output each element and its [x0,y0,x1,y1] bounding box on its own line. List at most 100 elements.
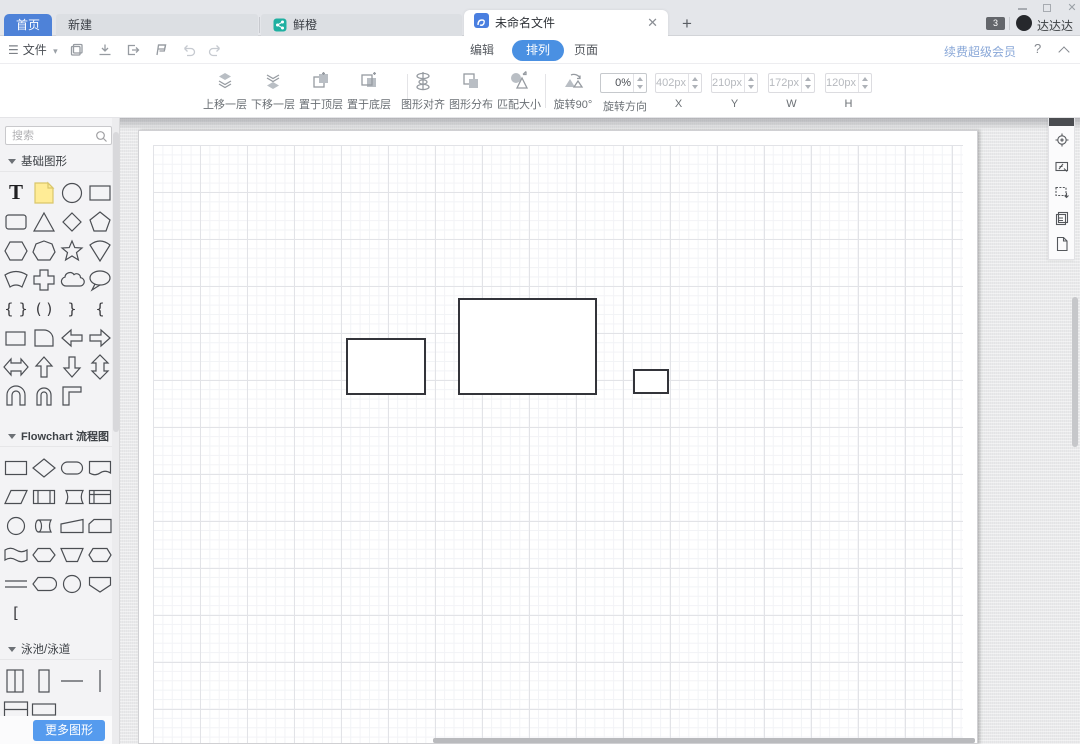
shape-vertical-lane[interactable] [31,667,58,695]
move-down-layer-button[interactable]: 下移一层 [249,70,297,112]
shape-d-shape[interactable] [31,324,58,352]
tab-arrange-active[interactable]: 排列 [512,40,564,61]
shape-fc-process[interactable] [3,454,30,482]
shape-rounded-rectangle[interactable] [3,208,30,236]
send-to-back-button[interactable]: 置于底层 [345,70,393,112]
duplicate-icon[interactable] [1054,210,1070,226]
shape-fc-double-line[interactable] [3,570,30,598]
y-position-input[interactable]: 210px [711,73,758,93]
tab-edit[interactable]: 编辑 [470,42,494,59]
style-fx-icon[interactable] [1054,158,1070,174]
new-tab-button[interactable]: + [676,13,698,35]
shape-square[interactable] [87,179,114,207]
shape-fc-direct-access-storage[interactable] [31,512,58,540]
shape-fc-parallelogram[interactable] [3,483,30,511]
shape-right-brace[interactable]: } [59,295,86,323]
shape-fc-preparation[interactable] [31,541,58,569]
window-icon[interactable] [68,41,86,59]
export-icon[interactable] [124,41,142,59]
shape-down-arrow[interactable] [59,353,86,381]
horizontal-scrollbar-thumb[interactable] [433,738,975,743]
shape-fc-display[interactable] [31,570,58,598]
shape-text[interactable]: T [3,179,30,207]
collapse-toolbar-icon[interactable] [1058,46,1070,58]
username-label[interactable]: 达达达 [1037,17,1073,34]
redo-icon[interactable] [206,41,224,59]
tab-xiancheng[interactable]: 鲜橙 [261,14,462,36]
tab-page[interactable]: 页面 [574,42,598,59]
spinner-icon[interactable] [744,74,757,92]
canvas-area[interactable] [120,118,1080,744]
shape-v-double-arrow[interactable] [87,353,114,381]
maximize-button[interactable] [1043,4,1051,12]
section-swimlane[interactable]: 泳池/泳道 [0,640,112,660]
undo-icon[interactable] [180,41,198,59]
shape-fc-alt-hexagon[interactable] [87,541,114,569]
shape-corner[interactable] [59,382,86,410]
shape-vertical-line[interactable] [87,667,114,695]
shape-circle[interactable] [59,179,86,207]
shape-paren-pair[interactable]: ( ) [31,295,58,323]
distribute-shapes-button[interactable]: 图形分布 [447,70,495,112]
canvas-size-icon[interactable] [1054,184,1070,200]
rotate-90-button[interactable]: 旋转90° [549,70,597,112]
move-up-layer-button[interactable]: 上移一层 [201,70,249,112]
shape-sticky-note[interactable] [31,179,58,207]
x-position-input[interactable]: 402px [655,73,702,93]
format-brush-icon[interactable] [152,41,170,59]
search-box[interactable] [5,126,112,145]
download-icon[interactable] [96,41,114,59]
shape-fc-left-bracket[interactable]: [ [3,599,30,627]
shape-h-double-arrow[interactable] [3,353,30,381]
match-size-button[interactable]: 匹配大小 [495,70,543,112]
shape-left-brace[interactable]: { [87,295,114,323]
position-icon[interactable] [1054,132,1070,148]
minimize-button[interactable] [1018,8,1027,10]
bring-to-front-button[interactable]: 置于顶层 [297,70,345,112]
shape-cone[interactable] [87,237,114,265]
height-input[interactable]: 120px [825,73,872,93]
shape-fc-manual-input[interactable] [59,512,86,540]
close-tab-icon[interactable]: ✕ [647,10,658,36]
shape-brace-pair[interactable]: { } [3,295,30,323]
vertical-scrollbar-thumb[interactable] [1072,297,1078,447]
shape-diamond[interactable] [59,208,86,236]
shape-u-shape[interactable] [31,382,58,410]
shape-triangle[interactable] [31,208,58,236]
canvas-rectangle[interactable] [633,369,669,394]
home-tab[interactable]: 首页 [4,14,52,36]
shape-cross[interactable] [31,266,58,294]
shape-u-turn-arrow[interactable] [3,382,30,410]
shape-heptagon[interactable] [31,237,58,265]
rotate-direction-input[interactable]: 0% [600,73,647,93]
tab-new-file[interactable]: 新建 [56,14,258,36]
sidebar-scrollbar[interactable] [112,118,119,744]
shape-fc-predefined-process[interactable] [31,483,58,511]
page-icon[interactable] [1054,236,1070,252]
shape-fc-manual-operation[interactable] [59,541,86,569]
more-shapes-button[interactable]: 更多图形 [33,720,105,741]
shape-fc-decision[interactable] [31,454,58,482]
spinner-icon[interactable] [801,74,814,92]
width-input[interactable]: 172px [768,73,815,93]
shape-fc-connector[interactable] [3,512,30,540]
shape-pentagon[interactable] [87,208,114,236]
shape-fc-circle-node[interactable] [59,570,86,598]
shape-fc-terminator[interactable] [59,454,86,482]
shape-fc-off-page-connector[interactable] [87,570,114,598]
file-menu[interactable]: ☰ 文件 ▾ [8,36,58,64]
shape-right-arrow[interactable] [87,324,114,352]
shape-arc[interactable] [3,266,30,294]
spinner-icon[interactable] [858,74,871,92]
notification-badge[interactable]: 3 [986,17,1005,30]
shape-fc-punched-tape[interactable] [3,541,30,569]
shape-rectangle[interactable] [3,324,30,352]
page[interactable] [138,130,978,744]
canvas-rectangle[interactable] [458,298,597,395]
shape-fc-card[interactable] [87,512,114,540]
shape-fc-stored-data[interactable] [59,483,86,511]
panel-handle[interactable] [1049,118,1074,126]
renew-membership-link[interactable]: 续费超级会员 [944,43,1016,60]
shape-horizontal-line[interactable] [59,667,86,695]
spinner-icon[interactable] [688,74,701,92]
